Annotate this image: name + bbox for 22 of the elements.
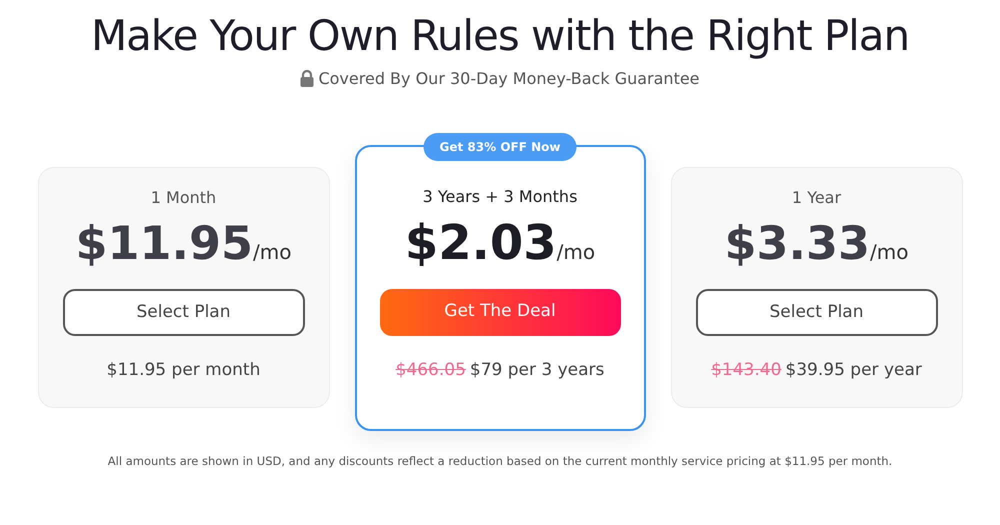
billing-text: $79 per 3 years	[470, 358, 604, 382]
plan-name: 3 Years + 3 Months	[422, 186, 578, 208]
pricing-footnote: All amounts are shown in USD, and any discounts reflect a reduction based on the current monthly service pricing at $11.95 per month.	[108, 452, 892, 470]
price-unit: /mo	[253, 239, 292, 266]
price-unit: /mo	[556, 238, 596, 266]
page-title: Make Your Own Rules with the Right Plan	[90, 10, 910, 62]
plan-price: $3.33	[724, 220, 870, 266]
price-unit: /mo	[870, 239, 908, 266]
original-price: $143.40	[711, 359, 782, 382]
discount-badge: Get 83% OFF Now	[424, 132, 576, 160]
lock-icon	[300, 70, 314, 87]
billing-text: $39.95 per year	[785, 359, 922, 382]
plan-name: 1 Year	[792, 187, 842, 209]
plan-price: $2.03	[404, 218, 557, 266]
get-deal-button[interactable]: Get The Deal	[380, 288, 620, 336]
select-plan-button[interactable]: Select Plan	[62, 289, 304, 336]
plan-price: $11.95	[76, 220, 254, 266]
plan-name: 1 Month	[150, 187, 216, 209]
select-plan-button[interactable]: Select Plan	[696, 289, 938, 336]
original-price: $466.05	[396, 358, 466, 382]
billing-text: $11.95 per month	[106, 359, 260, 382]
guarantee-text: Covered By Our 30-Day Money-Back Guarantee	[318, 68, 700, 90]
